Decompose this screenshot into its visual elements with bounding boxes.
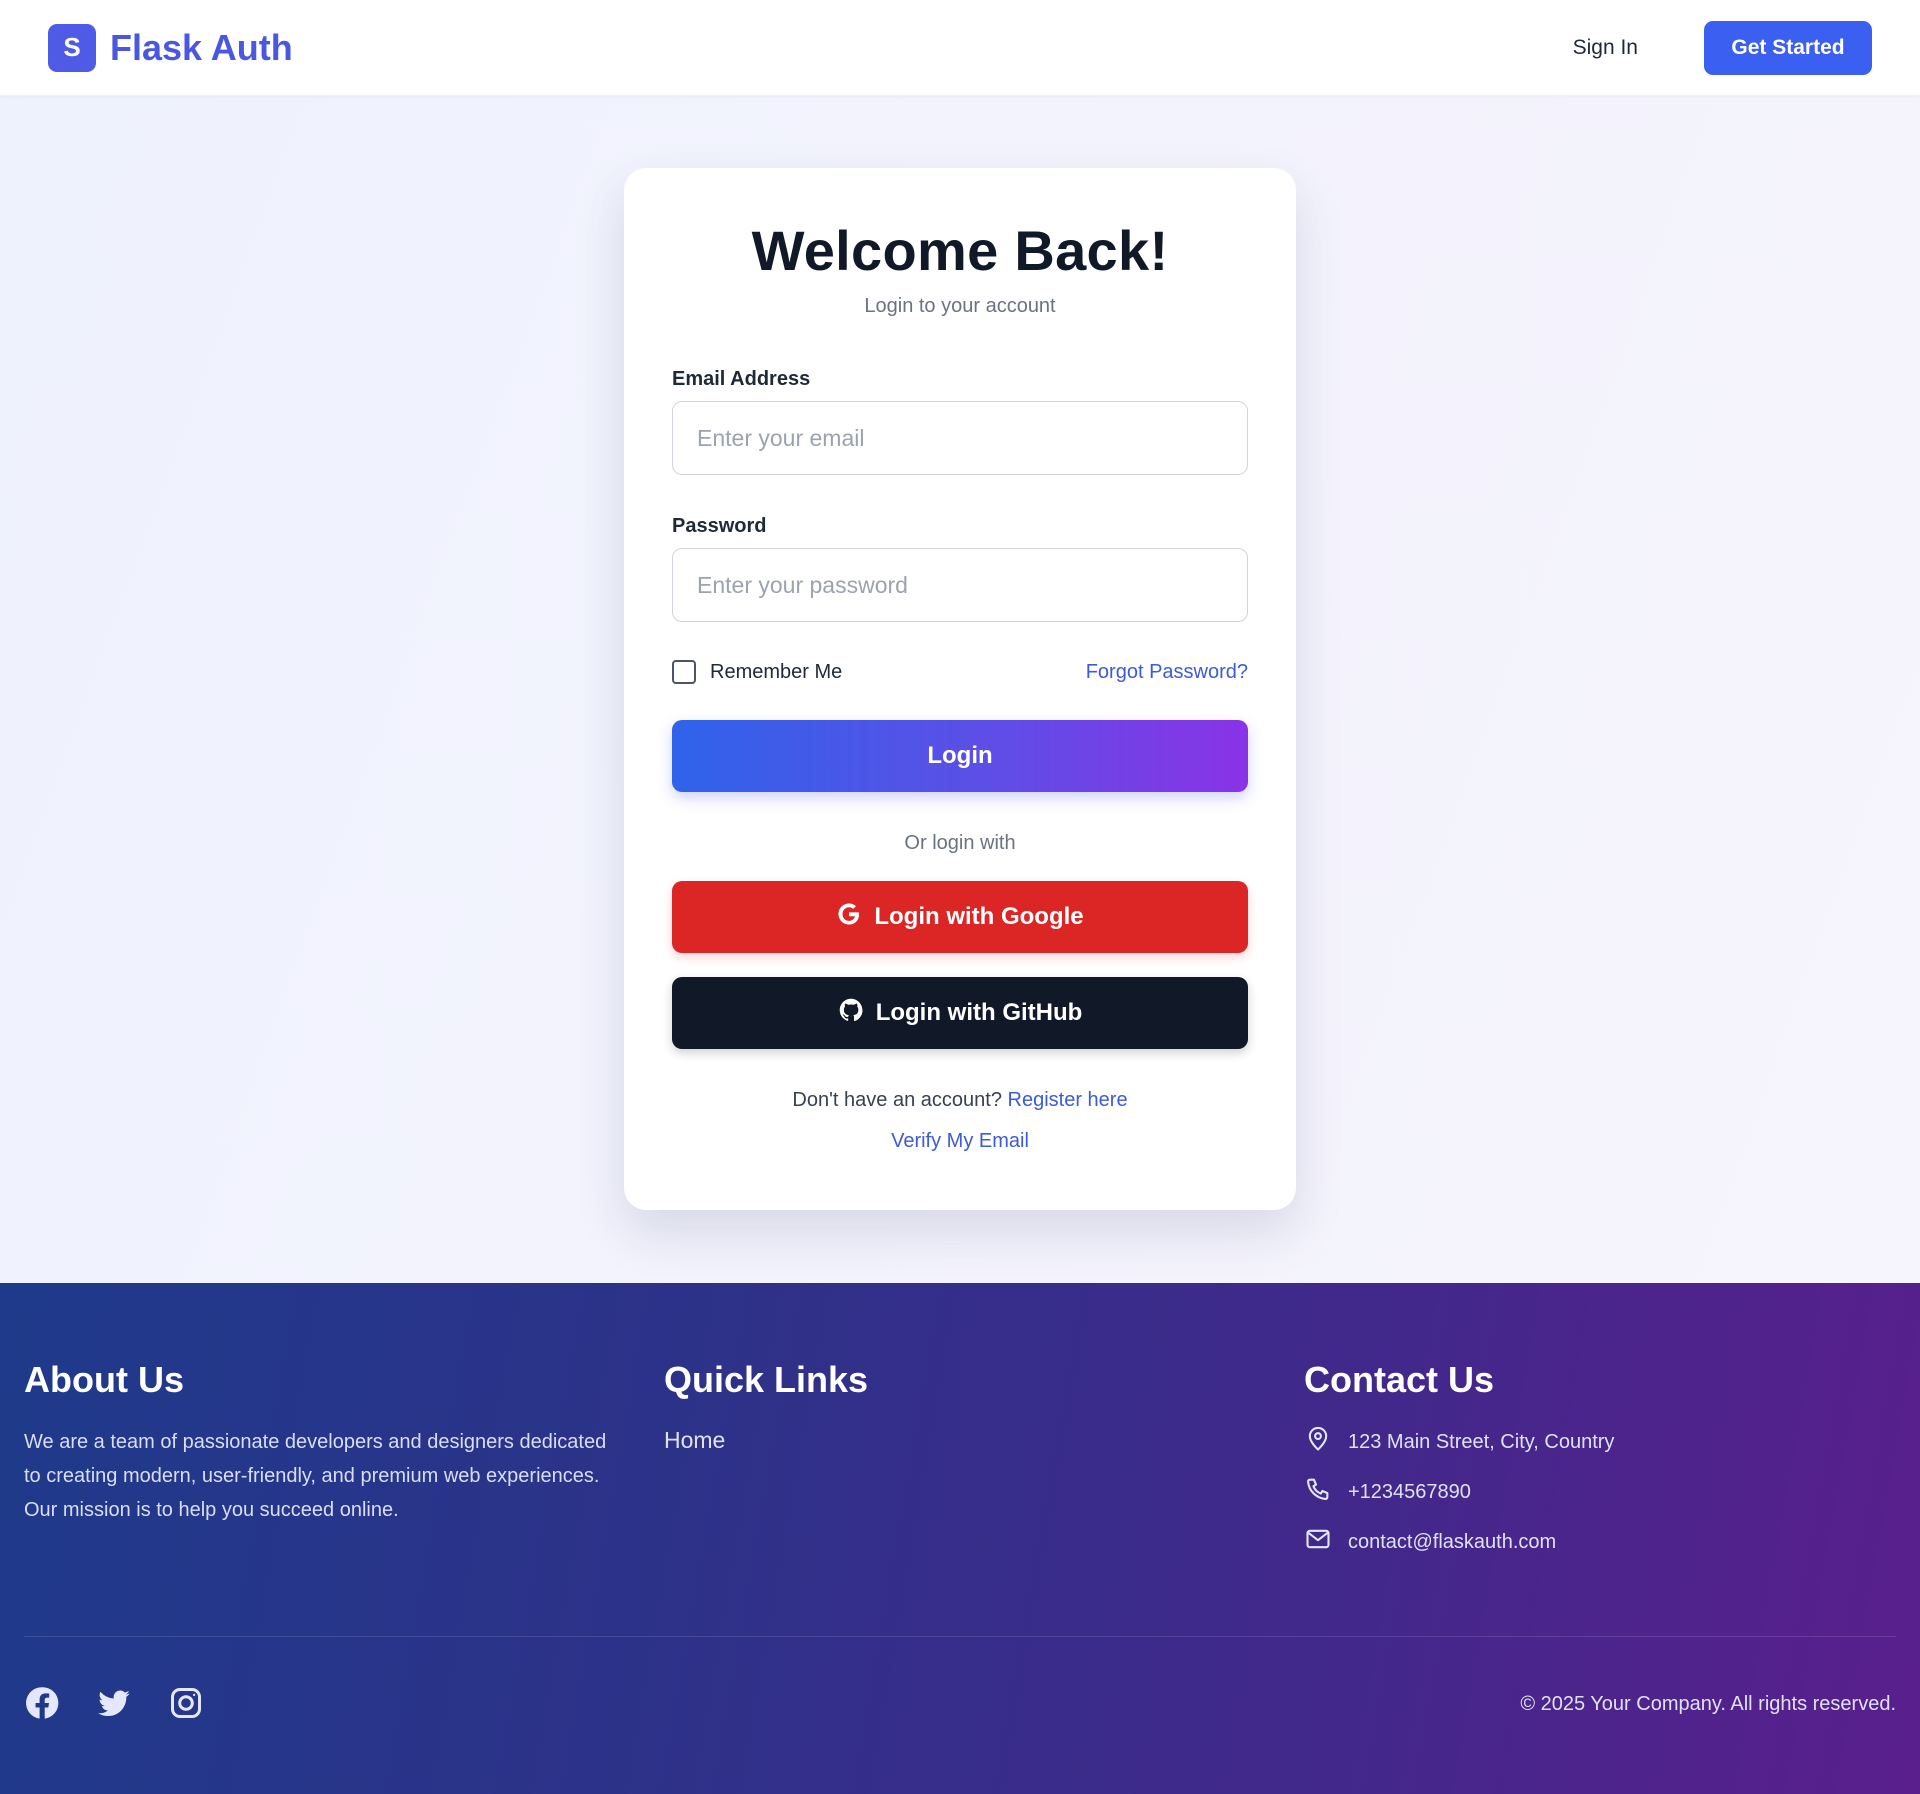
- login-button[interactable]: Login: [672, 720, 1248, 792]
- instagram-icon[interactable]: [168, 1685, 204, 1721]
- footer-about: About Us We are a team of passionate dev…: [24, 1359, 624, 1527]
- about-text: We are a team of passionate developers a…: [24, 1431, 607, 1521]
- contact-title: Contact Us: [1304, 1359, 1495, 1400]
- page-subtitle: Login to your account: [864, 295, 1056, 317]
- sign-in-link[interactable]: Sign In: [1573, 36, 1638, 60]
- phone-icon: [1304, 1475, 1332, 1509]
- header-nav: Sign In Get Started: [1573, 20, 1872, 75]
- about-title: About Us: [24, 1359, 184, 1400]
- brand-name: Flask Auth: [110, 26, 293, 68]
- main-area: Welcome Back! Login to your account Emai…: [0, 96, 1920, 1283]
- remember-forgot-row: Remember Me Forgot Password?: [672, 660, 1248, 684]
- mail-icon: [1304, 1525, 1332, 1559]
- password-label: Password: [672, 515, 767, 537]
- contact-address: 123 Main Street, City, Country: [1304, 1425, 1614, 1459]
- login-button-label: Login: [927, 742, 993, 769]
- site-footer: About Us We are a team of passionate dev…: [0, 1283, 1920, 1794]
- footer-quick-links: Quick Links Home: [664, 1359, 868, 1454]
- contact-phone: +1234567890: [1304, 1475, 1614, 1509]
- social-divider-text: Or login with: [904, 832, 1016, 854]
- copyright-text: © 2025 Your Company. All rights reserved…: [1520, 1693, 1896, 1715]
- register-prompt-text: Don't have an account?: [792, 1089, 1002, 1111]
- quick-links-title: Quick Links: [664, 1359, 869, 1400]
- twitter-icon[interactable]: [96, 1685, 132, 1721]
- google-login-label: Login with Google: [874, 903, 1084, 930]
- verify-email-link[interactable]: Verify My Email: [891, 1130, 1029, 1152]
- github-icon: [838, 997, 864, 1030]
- password-field[interactable]: [672, 548, 1248, 622]
- verify-row: Verify My Email: [672, 1130, 1248, 1153]
- contact-address-text: 123 Main Street, City, Country: [1348, 1430, 1615, 1453]
- facebook-icon[interactable]: [24, 1685, 60, 1721]
- google-icon: [836, 901, 862, 934]
- contact-email-text: contact@flaskauth.com: [1348, 1530, 1557, 1553]
- register-link[interactable]: Register here: [1008, 1089, 1128, 1111]
- email-field[interactable]: [672, 401, 1248, 475]
- email-label: Email Address: [672, 368, 811, 390]
- brand-logo-badge: S: [48, 23, 96, 72]
- forgot-password-link[interactable]: Forgot Password?: [1086, 661, 1248, 684]
- location-pin-icon: [1304, 1425, 1332, 1459]
- register-prompt: Don't have an account? Register here: [672, 1089, 1248, 1112]
- github-login-button[interactable]: Login with GitHub: [672, 977, 1248, 1049]
- top-navbar: S Flask Auth Sign In Get Started: [0, 0, 1920, 96]
- page-title: Welcome Back!: [751, 219, 1169, 282]
- contact-phone-text: +1234567890: [1348, 1480, 1471, 1503]
- brand[interactable]: S Flask Auth: [48, 23, 293, 72]
- login-card: Welcome Back! Login to your account Emai…: [624, 168, 1296, 1210]
- get-started-button[interactable]: Get Started: [1704, 20, 1872, 75]
- contact-email: contact@flaskauth.com: [1304, 1525, 1614, 1559]
- remember-me-checkbox[interactable]: [672, 660, 696, 684]
- social-links: [24, 1685, 204, 1721]
- github-login-label: Login with GitHub: [875, 999, 1083, 1026]
- footer-contact: Contact Us 123 Main Street, City, Countr…: [1304, 1359, 1614, 1559]
- footer-divider: [24, 1636, 1896, 1637]
- footer-link-home[interactable]: Home: [664, 1427, 868, 1454]
- remember-me[interactable]: Remember Me: [672, 660, 842, 684]
- remember-me-label: Remember Me: [710, 660, 843, 683]
- google-login-button[interactable]: Login with Google: [672, 881, 1248, 953]
